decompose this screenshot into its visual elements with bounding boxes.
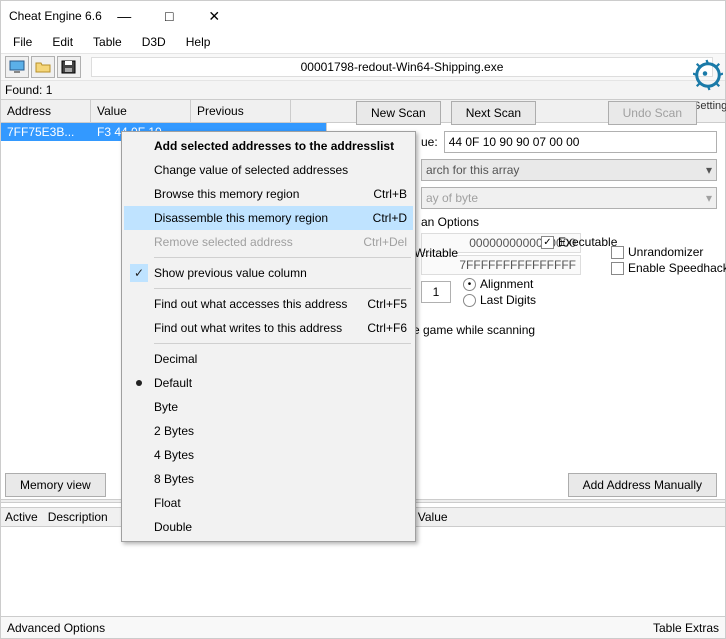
ctx-4bytes[interactable]: 4 Bytes [124, 443, 413, 467]
new-scan-button[interactable]: New Scan [356, 101, 441, 125]
open-file-button[interactable] [31, 56, 55, 78]
result-address: 7FF75E3B... [1, 125, 91, 139]
ctx-find-writes[interactable]: Find out what writes to this addressCtrl… [124, 316, 413, 340]
ctx-change-value[interactable]: Change value of selected addresses [124, 158, 413, 182]
alignment-radio[interactable]: • [463, 278, 476, 291]
check-icon: ✓ [130, 264, 148, 282]
ctx-browse-memory[interactable]: Browse this memory regionCtrl+B [124, 182, 413, 206]
col-value[interactable]: Value [91, 100, 191, 122]
ctx-remove: Remove selected addressCtrl+Del [124, 230, 413, 254]
menu-edit[interactable]: Edit [44, 33, 81, 51]
ctx-double[interactable]: Double [124, 515, 413, 539]
col-value2[interactable]: Value [418, 510, 448, 524]
alignment-num[interactable]: 1 [421, 281, 451, 303]
menu-table[interactable]: Table [85, 33, 130, 51]
table-extras[interactable]: Table Extras [653, 621, 719, 635]
floppy-icon [61, 60, 77, 74]
next-scan-button[interactable]: Next Scan [451, 101, 536, 125]
unrandomizer-checkbox[interactable] [611, 246, 624, 259]
close-button[interactable]: ✕ [192, 1, 237, 31]
last-digits-radio[interactable] [463, 294, 476, 307]
window-title: Cheat Engine 6.6 [9, 9, 102, 23]
col-active[interactable]: Active [5, 510, 38, 524]
value-label-partial: ue: [421, 135, 438, 149]
col-address[interactable]: Address [1, 100, 91, 122]
col-description[interactable]: Description [48, 510, 108, 524]
maximize-button[interactable]: □ [147, 1, 192, 31]
value-input[interactable] [444, 131, 717, 153]
speedhack-checkbox[interactable] [611, 262, 624, 275]
scan-type-combo[interactable]: arch for this array▾ [421, 159, 717, 181]
undo-scan-button: Undo Scan [608, 101, 697, 125]
ctx-default[interactable]: Default [124, 371, 413, 395]
bullet-icon [136, 380, 142, 386]
value-type-combo: ay of byte▾ [421, 187, 717, 209]
context-menu: Add selected addresses to the addresslis… [121, 131, 416, 542]
settings-label[interactable]: Settings [693, 100, 723, 112]
ctx-find-accesses[interactable]: Find out what accesses this addressCtrl+… [124, 292, 413, 316]
pause-game-label: e game while scanning [413, 323, 535, 337]
menu-help[interactable]: Help [178, 33, 219, 51]
advanced-options[interactable]: Advanced Options [7, 621, 105, 635]
menu-d3d[interactable]: D3D [134, 33, 174, 51]
chevron-down-icon: ▾ [706, 191, 712, 205]
ctx-2bytes[interactable]: 2 Bytes [124, 419, 413, 443]
minimize-button[interactable]: — [102, 1, 147, 31]
computer-icon [9, 60, 25, 74]
ctx-disassemble[interactable]: Disassemble this memory regionCtrl+D [124, 206, 413, 230]
open-process-button[interactable] [5, 56, 29, 78]
executable-label: Executable [558, 235, 617, 249]
memory-view-button[interactable]: Memory view [5, 473, 106, 497]
ctx-decimal[interactable]: Decimal [124, 347, 413, 371]
process-name: 00001798-redout-Win64-Shipping.exe [91, 57, 713, 77]
found-count: Found: 1 [1, 81, 725, 100]
col-previous[interactable]: Previous [191, 100, 291, 122]
ctx-byte[interactable]: Byte [124, 395, 413, 419]
scan-options-label: an Options [421, 215, 717, 229]
save-button[interactable] [57, 56, 81, 78]
executable-checkbox[interactable]: ✓ [541, 236, 554, 249]
ctx-float[interactable]: Float [124, 491, 413, 515]
ctx-add-to-addresslist[interactable]: Add selected addresses to the addresslis… [124, 134, 413, 158]
menu-file[interactable]: File [5, 33, 40, 51]
ctx-8bytes[interactable]: 8 Bytes [124, 467, 413, 491]
add-address-manually-button[interactable]: Add Address Manually [568, 473, 717, 497]
app-logo[interactable]: Settings [693, 53, 723, 113]
folder-open-icon [35, 60, 51, 74]
writable-label: Writable [414, 246, 458, 260]
chevron-down-icon: ▾ [706, 163, 712, 177]
ctx-show-previous[interactable]: ✓Show previous value column [124, 261, 413, 285]
